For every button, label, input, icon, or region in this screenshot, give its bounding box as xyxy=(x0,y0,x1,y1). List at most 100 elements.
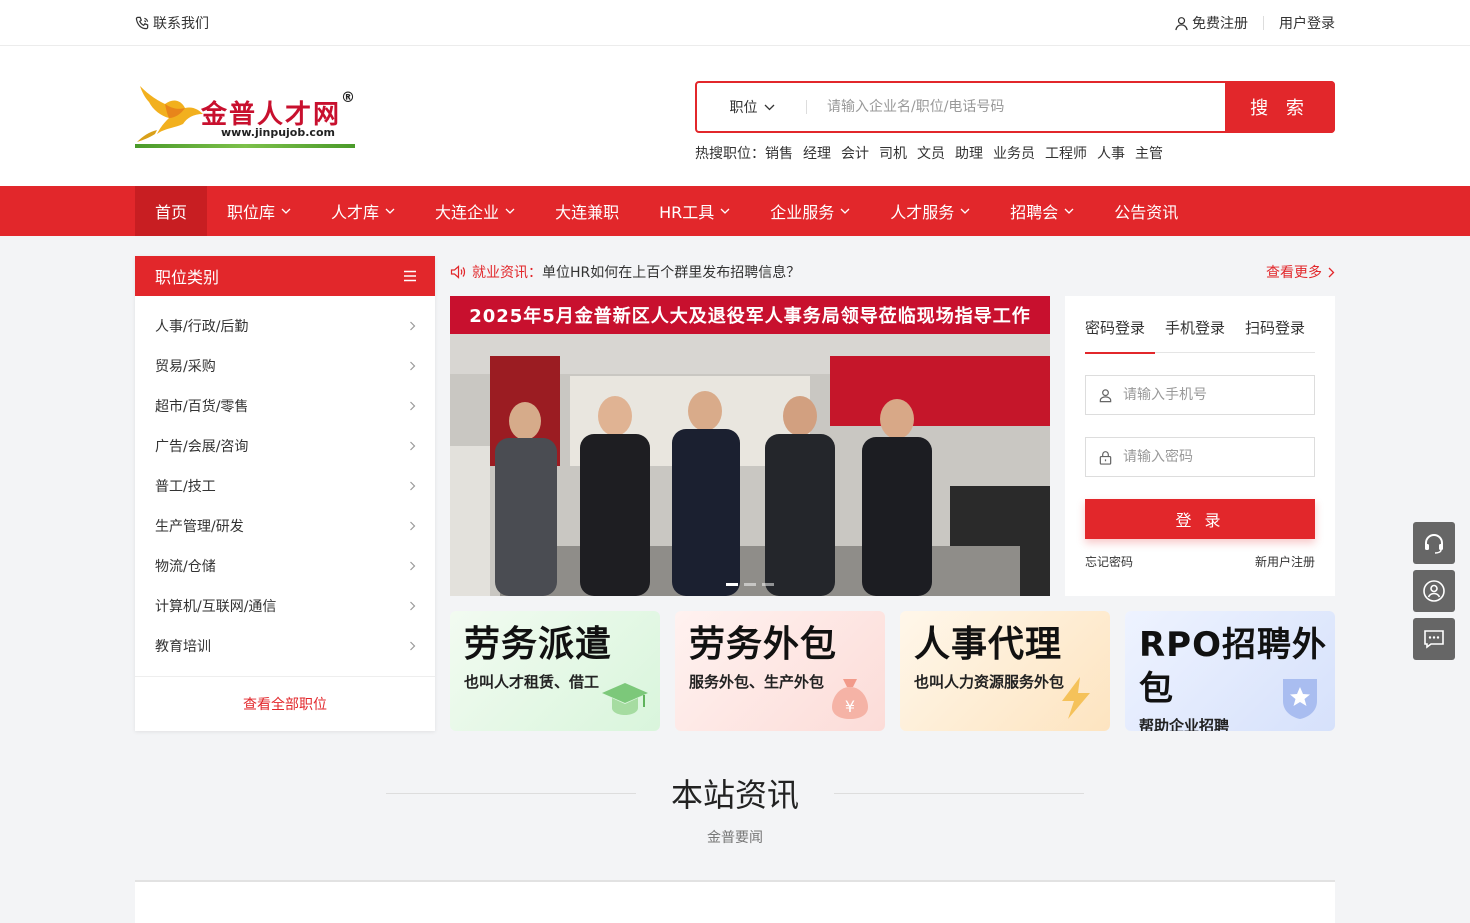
sidebar-item-label: 教育培训 xyxy=(155,639,211,655)
hot-search-item[interactable]: 会计 xyxy=(841,143,869,163)
view-more-link[interactable]: 查看更多 xyxy=(1266,262,1335,282)
chevron-right-icon xyxy=(410,401,416,411)
customer-service-button[interactable] xyxy=(1413,522,1455,564)
phone-field xyxy=(1085,375,1315,415)
tab-phone-login[interactable]: 手机登录 xyxy=(1165,316,1225,353)
nav-item-companies[interactable]: 大连企业 xyxy=(415,186,535,236)
search-input[interactable] xyxy=(807,83,1225,131)
password-field xyxy=(1085,437,1315,477)
hot-search-item[interactable]: 司机 xyxy=(879,143,907,163)
sidebar-item[interactable]: 生产管理/研发 xyxy=(135,506,435,546)
search-type-select[interactable]: 职位 xyxy=(697,83,807,131)
carousel-dot[interactable] xyxy=(762,583,774,586)
main-nav: 首页 职位库 人才库 大连企业 大连兼职 HR工具 企业服务 人才服务 招聘会 … xyxy=(0,186,1470,236)
sidebar-item-label: 计算机/互联网/通信 xyxy=(155,599,277,615)
search-button[interactable]: 搜 索 xyxy=(1225,81,1335,133)
nav-item-jobs[interactable]: 职位库 xyxy=(207,186,311,236)
menu-icon[interactable] xyxy=(403,270,417,282)
nav-label: 公告资讯 xyxy=(1114,203,1179,222)
hot-search-item[interactable]: 销售 xyxy=(765,143,793,163)
hot-search-item[interactable]: 助理 xyxy=(955,143,983,163)
card-title: 劳务派遣 xyxy=(464,624,613,665)
search-bar: 职位 搜 索 xyxy=(695,81,1335,133)
hot-search-item[interactable]: 文员 xyxy=(917,143,945,163)
nav-label: 大连兼职 xyxy=(555,203,620,222)
forgot-password-link[interactable]: 忘记密码 xyxy=(1085,553,1133,570)
service-card-outsourcing[interactable]: 劳务外包 服务外包、生产外包 ¥ xyxy=(675,611,885,731)
svg-text:¥: ¥ xyxy=(845,697,855,716)
feedback-button[interactable] xyxy=(1413,618,1455,660)
service-card-hr-agency[interactable]: 人事代理 也叫人力资源服务外包 xyxy=(900,611,1110,731)
service-card-rpo[interactable]: RPO招聘外包 帮助企业招聘 xyxy=(1125,611,1335,731)
nav-item-home[interactable]: 首页 xyxy=(135,186,208,236)
card-title: 人事代理 xyxy=(914,624,1063,665)
hot-search-item[interactable]: 人事 xyxy=(1097,143,1125,163)
headset-icon xyxy=(1425,534,1443,554)
nav-item-talents[interactable]: 人才库 xyxy=(311,186,415,236)
password-input[interactable] xyxy=(1123,449,1314,465)
carousel-dot[interactable] xyxy=(744,583,756,586)
sidebar-item[interactable]: 计算机/互联网/通信 xyxy=(135,586,435,626)
divider xyxy=(834,792,1084,794)
phone-input[interactable] xyxy=(1123,387,1314,403)
login-tabs: 密码登录 手机登录 扫码登录 xyxy=(1085,316,1315,354)
section-title: 本站资讯 xyxy=(670,776,799,814)
sidebar-item[interactable]: 物流/仓储 xyxy=(135,546,435,586)
job-category-sidebar: 职位类别 人事/行政/后勤 贸易/采购 超市/百货/零售 广告/会展/咨询 普工… xyxy=(135,256,435,731)
logo-url: www.jinpujob.com xyxy=(221,126,335,139)
site-logo[interactable]: 金普人才网 ® www.jinpujob.com xyxy=(135,84,357,148)
chevron-down-icon xyxy=(764,104,774,110)
chevron-right-icon xyxy=(410,441,416,451)
user-circle-icon xyxy=(1423,580,1445,602)
service-card-dispatch[interactable]: 劳务派遣 也叫人才租赁、借工 xyxy=(450,611,660,731)
top-bar: 联系我们 免费注册 用户登录 xyxy=(0,0,1470,46)
hot-search-label: 热搜职位： xyxy=(695,146,765,162)
view-all-jobs-link[interactable]: 查看全部职位 xyxy=(135,676,435,731)
service-cards: 劳务派遣 也叫人才租赁、借工 劳务外包 服务外包、生产外包 ¥ 人事代理 也叫人… xyxy=(450,611,1335,731)
star-badge-icon xyxy=(1283,679,1317,719)
ticker-label: 就业资讯： xyxy=(472,265,542,281)
nav-label: 首页 xyxy=(155,203,188,222)
tab-password-login[interactable]: 密码登录 xyxy=(1085,316,1156,354)
hot-search-item[interactable]: 主管 xyxy=(1135,143,1163,163)
login-link[interactable]: 用户登录 xyxy=(1279,13,1335,33)
user-center-button[interactable] xyxy=(1413,570,1455,612)
hot-search-item[interactable]: 经理 xyxy=(803,143,831,163)
chevron-down-icon xyxy=(385,208,395,214)
sidebar-item[interactable]: 教育培训 xyxy=(135,626,435,666)
tab-qrcode-login[interactable]: 扫码登录 xyxy=(1245,316,1305,353)
hot-search-item[interactable]: 业务员 xyxy=(993,143,1035,163)
ticker-news-link[interactable]: 单位HR如何在上百个群里发布招聘信息？ xyxy=(542,262,800,282)
hot-search-item[interactable]: 工程师 xyxy=(1045,143,1087,163)
phoenix-logo-icon xyxy=(137,86,203,142)
nav-item-hr-tools[interactable]: HR工具 xyxy=(639,186,750,236)
nav-label: HR工具 xyxy=(659,203,715,222)
new-user-register-link[interactable]: 新用户注册 xyxy=(1255,553,1315,570)
card-title: 劳务外包 xyxy=(689,624,838,665)
header: 金普人才网 ® www.jinpujob.com 职位 搜 索 热搜职位： 销售… xyxy=(0,46,1470,186)
banner-carousel[interactable]: 2025年5月金普新区人大及退役军人事务局领导莅临现场指导工作 xyxy=(450,296,1050,596)
contact-us-link[interactable]: 联系我们 xyxy=(135,13,209,33)
sidebar-item[interactable]: 贸易/采购 xyxy=(135,346,435,386)
news-panel xyxy=(135,880,1335,923)
chevron-down-icon xyxy=(281,208,291,214)
carousel-dot[interactable] xyxy=(726,583,738,586)
sidebar-item[interactable]: 人事/行政/后勤 xyxy=(135,306,435,346)
sidebar-item[interactable]: 超市/百货/零售 xyxy=(135,386,435,426)
chevron-right-icon xyxy=(1328,267,1335,277)
chevron-right-icon xyxy=(410,521,416,531)
nav-item-enterprise-services[interactable]: 企业服务 xyxy=(750,186,870,236)
login-submit-button[interactable]: 登 录 xyxy=(1085,499,1315,539)
chevron-right-icon xyxy=(410,601,416,611)
sidebar-item-label: 生产管理/研发 xyxy=(155,519,244,535)
carousel-dots xyxy=(726,583,774,586)
nav-item-parttime[interactable]: 大连兼职 xyxy=(535,186,639,236)
nav-item-job-fairs[interactable]: 招聘会 xyxy=(990,186,1094,236)
register-link[interactable]: 免费注册 xyxy=(1174,13,1248,33)
sidebar-item[interactable]: 普工/技工 xyxy=(135,466,435,506)
nav-item-talent-services[interactable]: 人才服务 xyxy=(870,186,990,236)
sidebar-item-label: 广告/会展/咨询 xyxy=(155,439,249,455)
nav-item-announcements[interactable]: 公告资讯 xyxy=(1094,186,1198,236)
divider xyxy=(385,792,636,794)
sidebar-item[interactable]: 广告/会展/咨询 xyxy=(135,426,435,466)
